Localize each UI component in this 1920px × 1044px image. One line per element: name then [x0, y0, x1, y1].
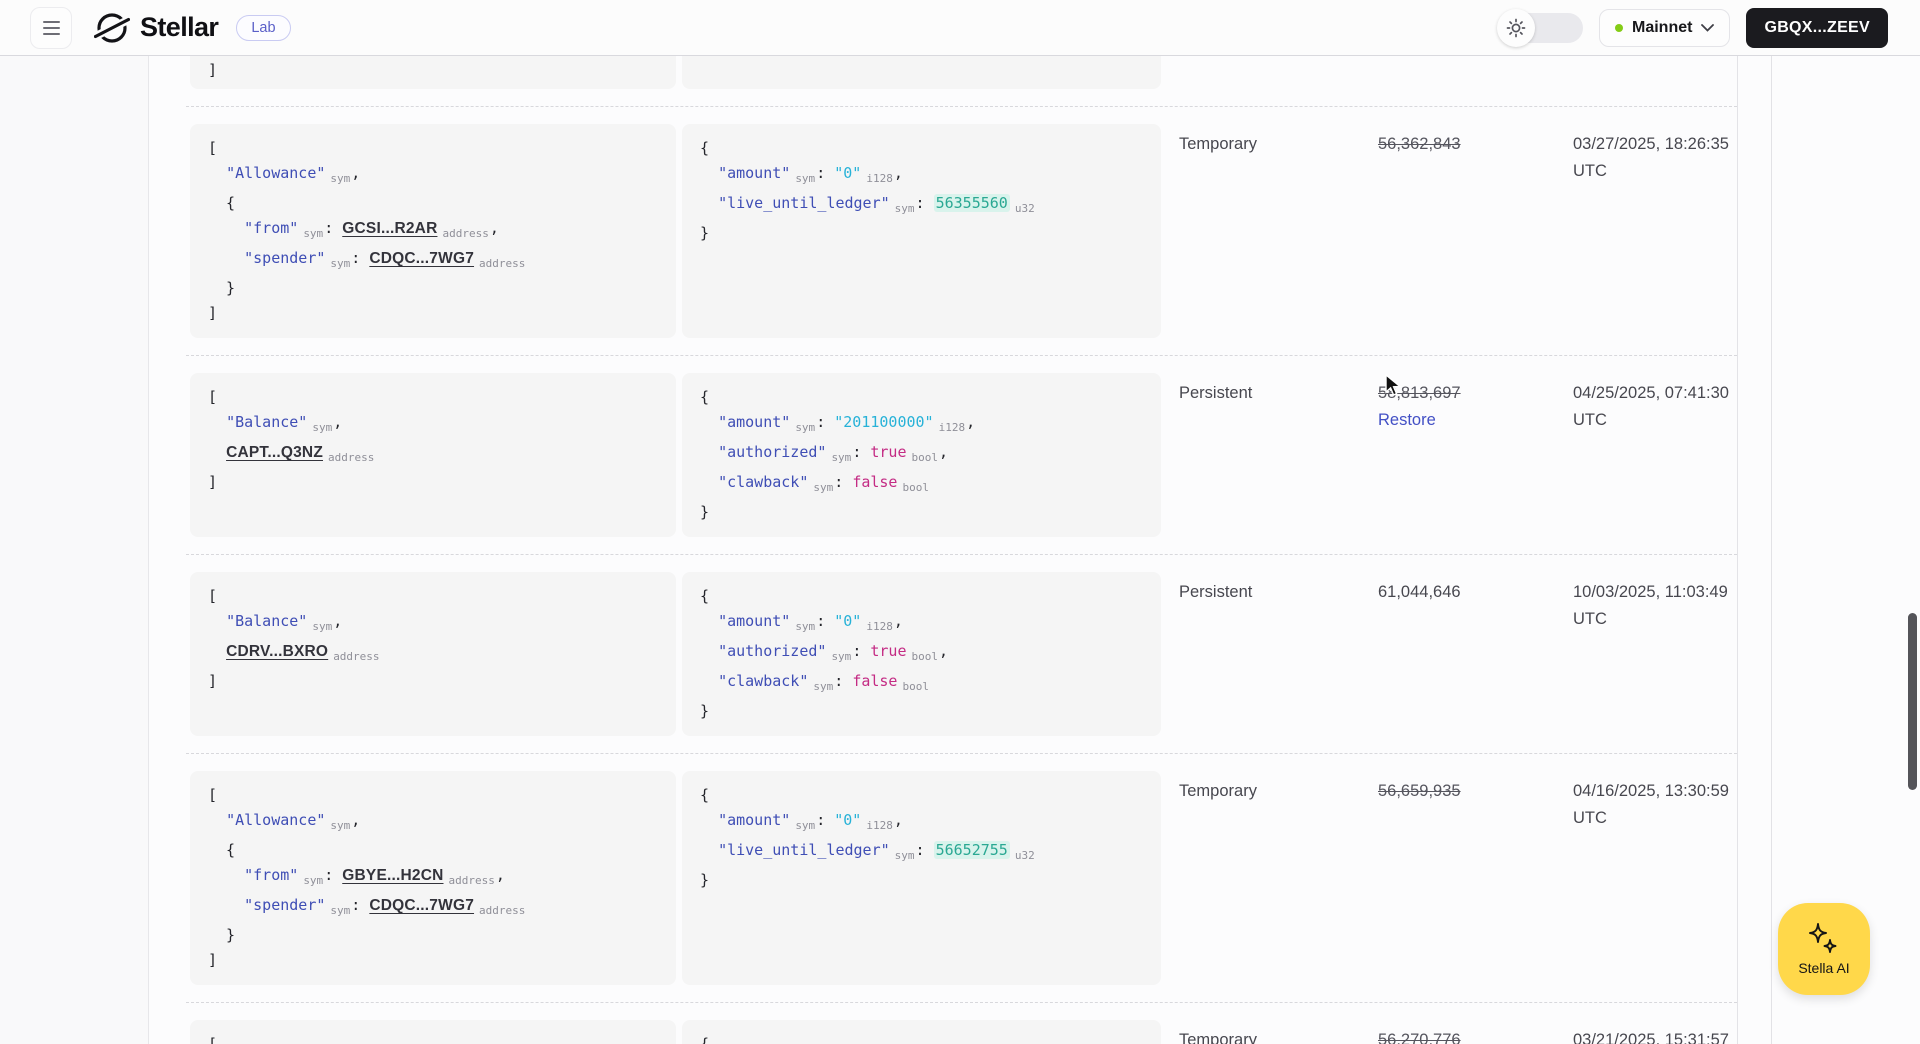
stella-ai-button[interactable]: Stella AI [1778, 903, 1870, 995]
ttl-value: 58,813,697 [1378, 384, 1461, 402]
table-row: [ "Allowance" sym, { "from" sym: GBYE...H2… [186, 754, 1737, 1003]
ledger-key-code: [ "Allowance"sym, { [190, 1020, 676, 1044]
vertical-scrollbar-thumb[interactable] [1908, 613, 1917, 790]
table-row: [ "Allowance" sym, { "from" sym: GCSI...R2… [186, 107, 1737, 356]
hamburger-icon [42, 20, 60, 23]
ttl-cell: 56,659,935 [1378, 771, 1573, 985]
ledger-key-code: [ "Balance" sym, CAPT...Q3NZ address] [190, 373, 676, 537]
ledger-key-code: [ "Allowance" sym, { "from" sym: GCSI...R2… [190, 124, 676, 338]
ttl-value: 56,659,935 [1378, 782, 1461, 800]
sun-icon [1506, 18, 1526, 37]
sparkles-icon [1804, 922, 1844, 959]
table-row: [ "Balance" sym, CDRV...BXRO address]{ "am… [186, 555, 1737, 754]
ledger-key-code: [ "Allowance" sym, { "from" sym: GBYE...H2… [190, 771, 676, 985]
connected-account-button[interactable]: GBQX...ZEEV [1746, 7, 1888, 48]
address-link[interactable]: GCSI...R2AR [342, 220, 437, 237]
durability-cell: Temporary [1179, 782, 1257, 800]
updated-date-cell: 04/25/2025, 07:41:30 UTC [1573, 384, 1729, 429]
updated-date-cell: 10/03/2025, 11:03:49 UTC [1573, 583, 1728, 628]
durability-cell: Temporary [1179, 1031, 1257, 1044]
ledger-value-code: { "amount" sym: "0" i128, "authorized" sym:… [682, 572, 1161, 736]
address-link[interactable]: CAPT...Q3NZ [226, 444, 323, 461]
ttl-value: 61,044,646 [1378, 583, 1461, 601]
address-link[interactable]: CDQC...7WG7 [369, 897, 474, 914]
page: Stellar Lab Mainnet GBQX...ZEEV] ["All… [0, 0, 1920, 1044]
ledger-value-code [682, 56, 1161, 89]
brand[interactable]: Stellar [94, 10, 219, 46]
contract-storage-table: ] [ "Allowance" sym, { "from" sym: GCSI...R… [186, 56, 1738, 1044]
ttl-value: 56,362,843 [1378, 135, 1461, 153]
updated-date-cell [1573, 56, 1737, 88]
ttl-value: 56,270,776 [1378, 1031, 1461, 1044]
ledger-value-code: { "amount"sym: "0"i128, "live_until_ledg… [682, 124, 1161, 338]
theme-toggle[interactable] [1497, 8, 1583, 47]
ledger-value-code: { "amount"sym: "0"i128, "live_until_ledg… [682, 1020, 1161, 1044]
collapsed-sidebar [0, 56, 149, 1044]
ledger-value-code: { "amount" sym: "201100000" i128, "authori… [682, 373, 1161, 537]
ttl-cell: 58,813,697 Restore [1378, 373, 1573, 537]
lab-badge: Lab [236, 14, 291, 41]
address-link[interactable]: CDRV...BXRO [226, 643, 328, 660]
address-link[interactable]: CDQC...7WG7 [369, 250, 474, 267]
ttl-cell: 56,270,776 [1378, 1020, 1573, 1044]
network-selector[interactable]: Mainnet [1599, 8, 1731, 47]
durability-cell: Temporary [1179, 135, 1257, 153]
updated-date-cell: 03/27/2025, 18:26:35 UTC [1573, 135, 1729, 180]
table-row: [ "Allowance"sym, {{ "amount"sym: "0"i12… [186, 1003, 1737, 1044]
updated-date-cell: 04/16/2025, 13:30:59 UTC [1573, 782, 1729, 827]
network-status-dot [1615, 23, 1623, 32]
ledger-key-code: [ "Balance" sym, CDRV...BXRO address] [190, 572, 676, 736]
address-link[interactable]: GBYE...H2CN [342, 867, 443, 884]
ledger-key-code: ] [190, 56, 676, 89]
content-container: ] [ "Allowance" sym, { "from" sym: GCSI...R… [148, 56, 1772, 1044]
ttl-cell: 61,044,646 [1378, 572, 1573, 736]
ttl-cell: 56,362,843 [1378, 124, 1573, 338]
theme-toggle-thumb [1497, 8, 1535, 47]
brand-name: Stellar [140, 12, 219, 42]
table-row: [ "Balance" sym, CAPT...Q3NZ address]{ "am… [186, 356, 1737, 555]
durability-cell [1161, 56, 1378, 88]
restore-link[interactable]: Restore [1378, 407, 1573, 434]
updated-date-cell: 03/21/2025, 15:31:57 UTC [1573, 1031, 1729, 1044]
table-row: ] [186, 56, 1737, 107]
hamburger-menu-button[interactable] [30, 6, 72, 49]
network-label: Mainnet [1632, 18, 1693, 36]
stella-ai-label: Stella AI [1798, 959, 1850, 976]
ttl-cell [1378, 56, 1573, 88]
stellar-logo-icon [94, 10, 130, 46]
durability-cell: Persistent [1179, 384, 1253, 402]
ledger-value-code: { "amount"sym: "0"i128, "live_until_ledg… [682, 771, 1161, 985]
durability-cell: Persistent [1179, 583, 1253, 601]
top-nav-bar: Stellar Lab Mainnet GBQX...ZEEV [0, 0, 1920, 56]
chevron-down-icon [1701, 23, 1715, 32]
